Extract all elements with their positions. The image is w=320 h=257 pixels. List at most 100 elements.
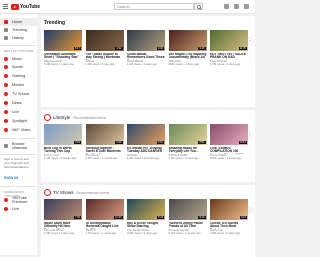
sports-icon <box>4 65 8 69</box>
apps-icon[interactable] <box>234 4 239 9</box>
sidebar-item-label: Gaming <box>12 74 26 78</box>
sidebar-item-label: Spotlight <box>12 119 27 123</box>
upload-icon[interactable] <box>224 4 229 9</box>
video-card[interactable]: 3:32 The Tiltskil muscle to stay Strong |… <box>85 30 124 67</box>
sidebar-item-movies[interactable]: Movies <box>0 81 37 89</box>
video-thumbnail[interactable]: 9:18 <box>168 30 207 51</box>
video-meta: 2.4M views • 1 day ago <box>85 62 115 67</box>
video-card[interactable]: 9:23 Funniest Jimmy Fallon Pranks of All … <box>168 199 207 236</box>
video-card[interactable]: 10:12LIVE 4 BIRDS COMPILATION 100 Amazin… <box>210 124 248 161</box>
channel-avatar[interactable] <box>44 114 51 121</box>
section-heading: BEST OF YOUTUBE <box>4 49 34 53</box>
shelf-title[interactable]: Trending <box>44 20 65 26</box>
sidebar-item-trending[interactable]: Trending <box>0 26 37 34</box>
signin-prompt: Sign in now to see your channels and rec… <box>4 157 29 169</box>
video-card[interactable]: 5:44 Ray & Kevin Tonight Show Starring The… <box>127 199 165 236</box>
video-meta: 8.3M views • 1 month ago <box>85 156 118 161</box>
video-meta: 866K views • 2 days ago <box>168 62 200 67</box>
trending-icon <box>4 28 8 32</box>
youtube-logo[interactable]: YouTube <box>11 3 40 11</box>
sidebar-item-live[interactable]: Live <box>0 108 37 116</box>
home-icon <box>4 20 8 24</box>
video-card[interactable]: 7:02 Movie Stars Have Officially Hit New … <box>44 199 82 236</box>
video-card[interactable]: 6:43 Sleeping together - Sweet & Cute Mom… <box>85 124 124 161</box>
hamburger-menu-icon[interactable] <box>3 4 8 9</box>
video-thumbnail[interactable]: 2:19 <box>44 124 82 145</box>
sidebar-item-label: Live <box>12 110 19 114</box>
sidebar-item-news[interactable]: News <box>0 99 37 107</box>
video-thumbnail[interactable]: 4:02 <box>127 30 165 51</box>
video-meta: 1.2M views • 3 weeks ago <box>127 156 160 161</box>
video-duration: 4:02 <box>156 47 164 50</box>
video-card[interactable]: 9:18 Joe Rogan | I'm Inspiring Documentar… <box>168 30 207 67</box>
sidebar-item-label: Sports <box>12 65 23 69</box>
sidebar-item-youtube-premium[interactable]: YouTube Premium <box>0 196 37 204</box>
sidebar-item-label: YouTube Premium <box>12 196 28 204</box>
search-input[interactable]: Search <box>114 3 194 10</box>
video-thumbnail[interactable]: 7:02 <box>44 199 82 220</box>
youtube-play-icon <box>11 4 19 10</box>
video-card[interactable]: 2:19 Best Cup in World Turning This Cup Fu… <box>44 124 82 161</box>
video-thumbnail[interactable]: 8:01 <box>168 124 207 145</box>
channel-header: LifeStyle Recommended videos <box>44 114 106 121</box>
divider <box>0 138 37 139</box>
video-meta: 5.4M views • 2 days ago <box>44 62 75 67</box>
sidebar-item-label: 360° Video <box>12 128 31 132</box>
sidebar-item-home[interactable]: Home <box>0 18 37 26</box>
search-button[interactable] <box>194 3 203 10</box>
settings-icon[interactable] <box>244 4 249 9</box>
video-thumbnail[interactable]: 5:44 <box>127 199 165 220</box>
video-card[interactable]: 11:05 HOT SHOT HOT SAUCE PRANK ON DAD Bros… <box>210 30 248 67</box>
sidebar-item-label: TV Shows <box>12 92 30 96</box>
video-card[interactable]: 5:51 EXTREME HIT Jellyfish Tuesday ADD DA… <box>127 124 165 161</box>
video-thumbnail[interactable]: 9:23 <box>168 199 207 220</box>
sidebar-item-live-more[interactable]: Live <box>0 205 37 213</box>
video-meta: 2.8M views • 6 days ago <box>210 231 241 236</box>
channel-name[interactable]: TV Shows <box>53 190 74 195</box>
sidebar-item-browse-channels[interactable]: Browse channels <box>0 142 37 150</box>
shelf-trending: Trending › 8:17 Overwatch Animated Short … <box>41 16 255 107</box>
video-duration: 9:23 <box>198 216 206 219</box>
sidebar-item-spotlight[interactable]: Spotlight <box>0 117 37 125</box>
video-card[interactable]: 4:02Clean Bandit Remembers Good Times Ba… <box>127 30 165 67</box>
video-card[interactable]: 12:30 10 Unforgettable Moments Caught Liv… <box>85 199 124 236</box>
channel-name[interactable]: LifeStyle <box>53 115 70 120</box>
sidebar-item-sports[interactable]: Sports <box>0 63 37 71</box>
video-card[interactable]: 6:15 Celebs Tell Stories About Their Most… <box>210 199 248 236</box>
video-thumbnail[interactable]: 12:30 <box>85 199 124 220</box>
video-duration: 8:17 <box>73 47 81 50</box>
video-meta: 6.1M views • 2 weeks ago <box>168 231 201 236</box>
main-content: Trending › 8:17 Overwatch Animated Short … <box>37 14 255 257</box>
channel-header: TV Shows Recommended videos <box>44 189 109 196</box>
search-icon <box>196 4 202 10</box>
video-card[interactable]: 8:17 Overwatch Animated Short | "Shooting… <box>44 30 82 67</box>
sidebar-item-tv-shows[interactable]: TV Shows <box>0 90 37 98</box>
sidebar-item-music[interactable]: Music <box>0 55 37 63</box>
shelf-subtitle: Recommended videos <box>76 190 110 195</box>
sidebar-item-label: Movies <box>12 83 25 87</box>
youtube-premium-icon <box>4 198 8 202</box>
video-thumbnail[interactable]: 6:43 <box>85 124 124 145</box>
sign-in-link[interactable]: SIGN IN <box>4 176 18 180</box>
top-bar: YouTube Search <box>0 0 255 14</box>
video-thumbnail[interactable]: 11:05 <box>210 30 248 51</box>
sidebar-item-label: News <box>12 101 22 105</box>
sidebar-item-history[interactable]: History <box>0 34 37 42</box>
video-meta: 1.1M views • 3 days ago <box>127 62 158 67</box>
sidebar-item-label: Music <box>12 57 22 61</box>
sidebar-item-label: Trending <box>12 28 27 32</box>
video-thumbnail[interactable]: 3:32 <box>85 30 124 51</box>
video-thumbnail[interactable]: 8:17 <box>44 30 82 51</box>
sidebar-item-360-video[interactable]: 360° Video <box>0 126 37 134</box>
video-thumbnail[interactable]: 10:12 <box>210 124 248 145</box>
logo-text: YouTube <box>20 4 40 10</box>
video-thumbnail[interactable]: 5:51 <box>127 124 165 145</box>
sidebar: Home Trending History BEST OF YOUTUBE Mu… <box>0 14 37 255</box>
shelf-lifestyle: LifeStyle Recommended videos › 2:19 Best … <box>41 110 255 182</box>
video-meta: 2.3M views • 4 days ago <box>44 231 75 236</box>
sidebar-item-gaming[interactable]: Gaming <box>0 72 37 80</box>
video-card[interactable]: 8:01 Amazing Hacks for Everyday Life You.… <box>168 124 207 161</box>
video-thumbnail[interactable]: 6:15 <box>210 199 248 220</box>
video-duration: 3:32 <box>115 47 123 50</box>
channel-avatar[interactable] <box>44 189 51 196</box>
